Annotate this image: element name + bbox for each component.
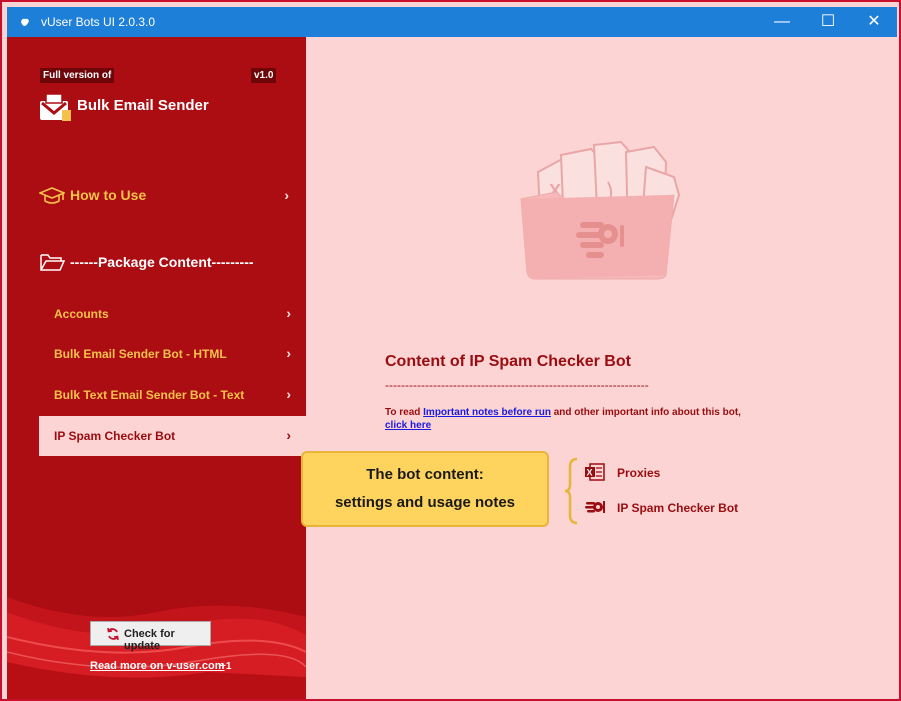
click-here-link[interactable]: click here	[385, 420, 431, 431]
window-title: vUser Bots UI 2.0.3.0	[41, 15, 156, 29]
sidebar-item-bulk-email-html[interactable]: Bulk Email Sender Bot - HTML ›	[39, 334, 306, 374]
chevron-right-icon: ›	[286, 427, 291, 443]
app-name: Bulk Email Sender	[77, 97, 209, 114]
content-item-label: IP Spam Checker Bot	[617, 501, 739, 515]
check-for-update-label: Check for update	[124, 628, 175, 652]
nav-how-to-use[interactable]: How to Use ›	[39, 187, 301, 207]
chevron-right-icon: ›	[286, 345, 291, 361]
read-more-link[interactable]: Read more on v-user.com	[90, 660, 225, 672]
robot-hand-icon	[585, 501, 605, 513]
app-icon	[21, 18, 29, 26]
graduation-cap-icon	[39, 187, 65, 204]
version-badge: v1.0	[251, 68, 277, 83]
minimize-button[interactable]: —	[759, 7, 805, 37]
full-version-badge: Full version of	[40, 68, 115, 83]
sidebar-item-accounts[interactable]: Accounts ›	[39, 294, 306, 334]
chevron-right-icon: ›	[284, 187, 289, 203]
sidebar-item-ip-spam-checker[interactable]: IP Spam Checker Bot ›	[39, 416, 306, 456]
bot-content-callout: The bot content: settings and usage note…	[301, 451, 549, 527]
chevron-right-icon: ›	[286, 305, 291, 321]
check-for-update-button[interactable]: Check for update	[90, 621, 211, 652]
folder-documents-illustration: X	[520, 140, 681, 280]
folder-open-icon	[40, 254, 65, 271]
important-notes-link[interactable]: Important notes before run	[423, 407, 551, 418]
chevron-right-icon: ›	[286, 386, 291, 402]
title-bar: vUser Bots UI 2.0.3.0 — ☐ ✕	[7, 7, 897, 37]
content-item-label: Proxies	[617, 466, 661, 480]
title-underline: ----------------------------------------…	[385, 378, 649, 392]
plus-one-badge: +1	[220, 661, 232, 672]
svg-text:X: X	[587, 468, 593, 478]
app-window: vUser Bots UI 2.0.3.0 — ☐ ✕ Full version…	[0, 0, 901, 701]
bulk-email-logo-icon	[40, 93, 71, 121]
maximize-button[interactable]: ☐	[805, 7, 851, 37]
sidebar: Full version of v1.0 Bulk Email Sender H…	[7, 37, 306, 699]
callout-line-2: settings and usage notes	[334, 494, 516, 511]
package-content-label: ------Package Content---------	[70, 254, 254, 270]
refresh-icon	[107, 627, 119, 641]
callout-line-1: The bot content:	[366, 466, 484, 483]
main-content: X Content of IP Spam Checker Bot -------…	[301, 37, 897, 699]
nav-how-to-use-label: How to Use	[70, 187, 147, 203]
sidebar-item-label: Bulk Text Email Sender Bot - Text	[54, 388, 245, 402]
sidebar-item-label: Accounts	[54, 307, 109, 321]
notes-prefix: To read	[385, 407, 424, 418]
sidebar-item-label: Bulk Email Sender Bot - HTML	[54, 347, 227, 361]
content-title: Content of IP Spam Checker Bot	[385, 353, 631, 370]
close-button[interactable]: ✕	[851, 7, 897, 37]
important-notes-text: To read Important notes before run and o…	[385, 406, 745, 432]
sidebar-item-bulk-text-email[interactable]: Bulk Text Email Sender Bot - Text ›	[39, 375, 306, 415]
notes-middle: and other important info about this bot,	[550, 407, 741, 418]
package-content-header: ------Package Content---------	[39, 252, 306, 276]
brace-bracket-icon	[564, 457, 578, 525]
sidebar-item-label: IP Spam Checker Bot	[54, 429, 176, 443]
excel-icon: X	[585, 463, 605, 481]
